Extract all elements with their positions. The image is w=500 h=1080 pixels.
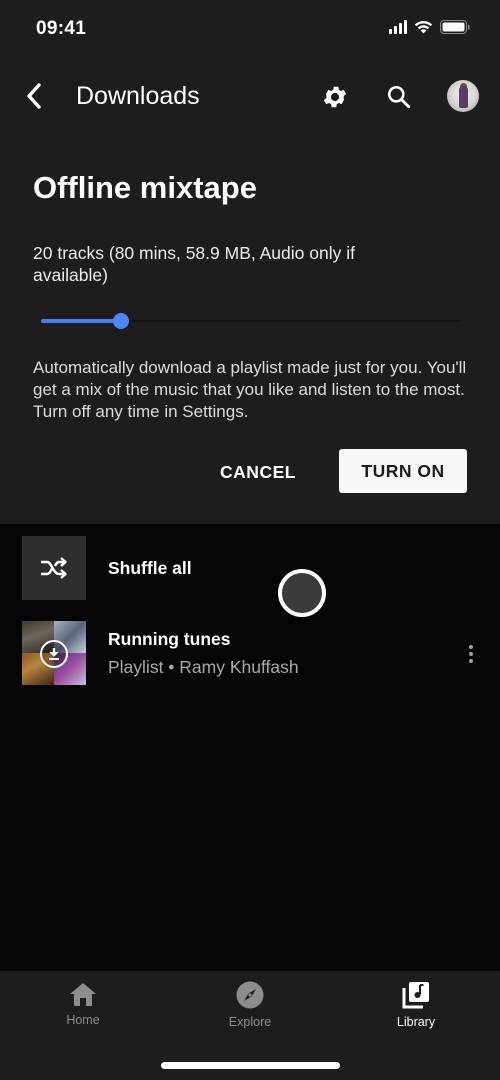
- status-time: 09:41: [36, 18, 87, 39]
- cellular-signal-icon: [389, 20, 407, 34]
- avatar-figure: [459, 86, 468, 108]
- shuffle-icon: [41, 557, 67, 579]
- shuffle-thumbnail: [22, 536, 86, 600]
- nav-home-label: Home: [66, 1013, 100, 1027]
- shuffle-all-label: Shuffle all: [108, 558, 192, 578]
- nav-home[interactable]: Home: [33, 981, 133, 1041]
- search-button[interactable]: [382, 80, 416, 114]
- slider-thumb[interactable]: [112, 313, 129, 329]
- playlist-subtitle: Playlist • Ramy Khuffash: [108, 657, 299, 677]
- user-avatar[interactable]: [447, 80, 479, 112]
- library-music-icon: [402, 982, 429, 1009]
- playlist-item[interactable]: Running tunes Playlist • Ramy Khuffash: [0, 621, 500, 691]
- home-icon: [70, 983, 96, 1006]
- cancel-button[interactable]: CANCEL: [208, 450, 308, 494]
- status-icons: [389, 20, 470, 34]
- turn-on-button[interactable]: TURN ON: [339, 449, 467, 493]
- nav-explore-label: Explore: [228, 1015, 272, 1029]
- playlist-title: Running tunes: [108, 629, 231, 649]
- gear-icon: [323, 86, 347, 108]
- battery-icon: [440, 20, 470, 34]
- back-button[interactable]: [18, 80, 50, 112]
- track-count-slider[interactable]: [41, 312, 461, 330]
- app-bar: Downloads: [0, 70, 500, 122]
- search-icon: [387, 85, 411, 109]
- nav-library[interactable]: Library: [366, 981, 466, 1041]
- home-indicator: [161, 1062, 340, 1069]
- more-vert-icon[interactable]: [460, 640, 482, 668]
- shuffle-all-item[interactable]: Shuffle all: [0, 536, 500, 606]
- mixtape-info: 20 tracks (80 mins, 58.9 MB, Audio only …: [33, 243, 355, 285]
- offline-mixtape-sheet: 09:41 Downloads Offline mixtape 20 track…: [0, 0, 500, 524]
- settings-button[interactable]: [318, 80, 352, 114]
- nav-explore[interactable]: Explore: [200, 981, 300, 1041]
- mixtape-description: Automatically download a playlist made j…: [33, 358, 467, 421]
- mixtape-title: Offline mixtape: [33, 170, 257, 205]
- wifi-icon: [414, 20, 433, 34]
- page-title: Downloads: [76, 82, 200, 110]
- slider-fill: [41, 319, 121, 323]
- touch-indicator: [278, 569, 326, 617]
- compass-icon: [236, 981, 264, 1009]
- download-done-icon: [49, 648, 59, 660]
- nav-library-label: Library: [396, 1015, 436, 1029]
- status-bar: 09:41: [0, 0, 500, 60]
- downloaded-badge: [40, 640, 68, 668]
- chevron-left-icon: [27, 83, 41, 109]
